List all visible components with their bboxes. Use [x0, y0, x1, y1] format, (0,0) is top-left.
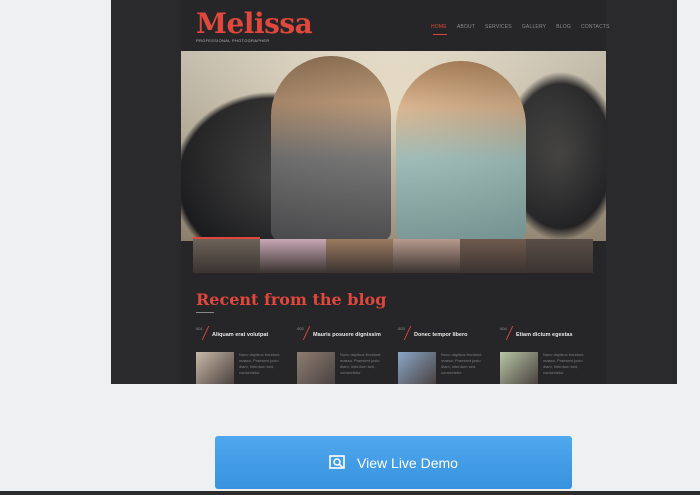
magnifier-window-icon [329, 454, 345, 469]
post-thumbnail[interactable] [196, 352, 234, 384]
post-thumbnail[interactable] [297, 352, 335, 384]
bottom-edge-bar [0, 491, 700, 495]
blog-post: 001 Aliquam erat volutpat Nunc dapibus t… [196, 326, 296, 384]
post-excerpt: Nunc dapibus tincidunt massa. Praesent j… [340, 352, 381, 375]
site-logo[interactable]: Melissa [196, 8, 313, 40]
post-number: 001 [196, 326, 203, 331]
post-title[interactable]: Mauris posuere dignissim [313, 332, 381, 338]
thumbnail-active-indicator [193, 237, 260, 239]
hero-image [181, 51, 606, 241]
nav-item-contacts[interactable]: Contacts [581, 24, 610, 30]
thumbnail-item[interactable] [459, 239, 527, 273]
post-thumbnail[interactable] [500, 352, 538, 384]
post-number: 002 [297, 326, 304, 331]
nav-item-home[interactable]: Home [431, 24, 447, 30]
thumbnail-item[interactable] [259, 239, 327, 273]
post-excerpt: Nunc dapibus tincidunt massa. Praesent j… [239, 352, 280, 375]
post-title[interactable]: Donec tempor libero [414, 332, 467, 338]
post-excerpt: Nunc dapibus tincidunt massa. Praesent j… [543, 352, 584, 375]
blog-posts: 001 Aliquam erat volutpat Nunc dapibus t… [196, 326, 596, 384]
blog-heading: Recent from the blog [196, 290, 387, 309]
blog-post: 003 Donec tempor libero Nunc dapibus tin… [398, 326, 498, 384]
template-preview: Melissa Professional photographer Home A… [111, 0, 677, 384]
post-title[interactable]: Aliquam erat volutpat [212, 332, 268, 338]
site-tagline: Professional photographer [196, 38, 270, 43]
view-live-demo-button[interactable]: View Live Demo [215, 436, 572, 489]
thumbnail-strip [193, 237, 594, 273]
site-mockup: Melissa Professional photographer Home A… [181, 0, 609, 384]
hero-overlay [181, 51, 606, 241]
post-excerpt: Nunc dapibus tincidunt massa. Praesent j… [441, 352, 482, 375]
nav-item-blog[interactable]: Blog [556, 24, 571, 30]
post-number: 003 [398, 326, 405, 331]
thumbnail-item[interactable] [326, 239, 394, 273]
nav-active-indicator [433, 34, 447, 35]
nav-item-services[interactable]: Services [485, 24, 512, 30]
thumbnail-item[interactable] [193, 239, 260, 273]
nav-item-gallery[interactable]: Gallery [522, 24, 546, 30]
post-thumbnail[interactable] [398, 352, 436, 384]
nav-item-about[interactable]: About [457, 24, 475, 30]
site-nav: Home About Services Gallery Blog Contact… [431, 24, 610, 30]
blog-post: 004 Etiam dictum egestas Nunc dapibus ti… [500, 326, 600, 384]
post-title[interactable]: Etiam dictum egestas [516, 332, 573, 338]
post-number: 004 [500, 326, 507, 331]
demo-button-label: View Live Demo [357, 454, 458, 471]
thumbnail-item[interactable] [393, 239, 460, 273]
blog-post: 002 Mauris posuere dignissim Nunc dapibu… [297, 326, 397, 384]
thumbnail-item[interactable] [526, 239, 594, 273]
blog-heading-divider [196, 312, 214, 313]
